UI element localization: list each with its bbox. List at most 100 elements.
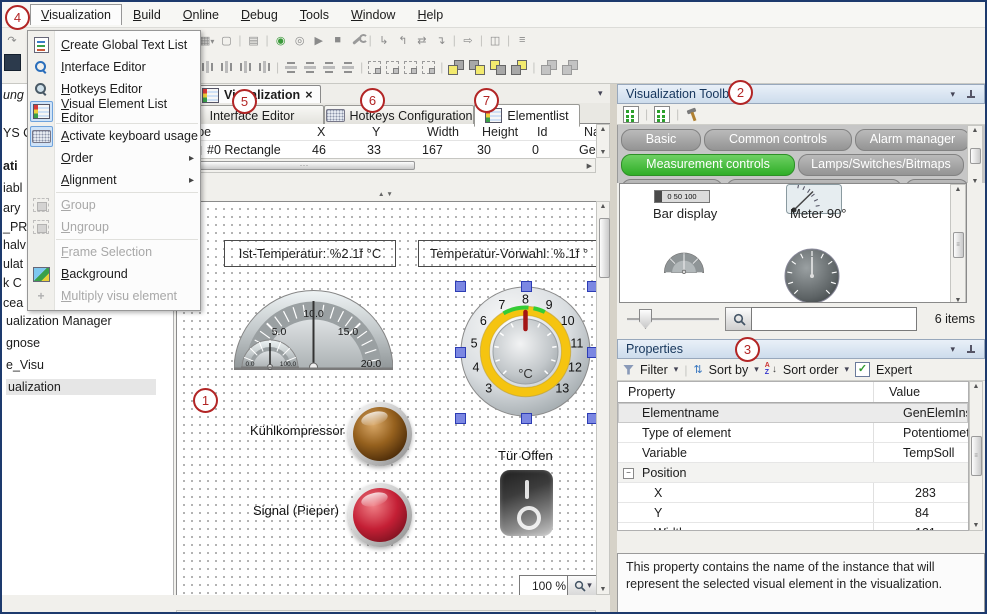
canvas-vertical-scrollbar[interactable]: ▲ ▼ xyxy=(596,201,610,595)
sort-by-button[interactable]: Sort by xyxy=(709,363,749,377)
stop-icon[interactable]: ■ xyxy=(331,34,345,46)
property-row-width[interactable]: Width131 xyxy=(618,523,968,531)
menu-window[interactable]: Window xyxy=(340,5,406,25)
property-row-type[interactable]: Type of elementPotentiometer xyxy=(618,423,968,443)
text-frame-ist-temperatur[interactable]: Ist-Temperatur: %2.1f °C xyxy=(224,240,396,267)
size-width-icon[interactable] xyxy=(368,61,381,74)
menu-item-visual-element-list-editor[interactable]: Visual Element List Editor xyxy=(28,100,200,122)
move-forward-icon[interactable] xyxy=(469,60,485,74)
menu-help[interactable]: Help xyxy=(406,5,454,25)
menu-item-alignment[interactable]: Alignment ▸ xyxy=(28,169,200,191)
device-icon[interactable] xyxy=(4,54,21,71)
panel-splitter[interactable] xyxy=(610,84,617,614)
redo-icon[interactable]: ↷ xyxy=(5,34,19,47)
close-icon[interactable]: × xyxy=(305,88,312,102)
property-row-elementname[interactable]: ElementnameGenElemInst_6 xyxy=(618,403,968,423)
table-horizontal-scrollbar[interactable]: ◀ ▶ xyxy=(178,158,596,173)
selection-handle[interactable] xyxy=(587,413,596,424)
zoom-button[interactable]: ▾ xyxy=(567,575,596,595)
zoom-level-field[interactable]: 100 % xyxy=(519,575,571,595)
tree-item-visualization[interactable]: ualization xyxy=(6,379,156,395)
table-vertical-scrollbar[interactable]: ▲▼ xyxy=(596,124,610,158)
group-toolbar-icon[interactable] xyxy=(541,60,557,74)
tree-item-visualization-manager[interactable]: ualization Manager xyxy=(6,314,112,328)
selection-handle[interactable] xyxy=(455,281,466,292)
toolbox-header[interactable]: Visualization Toolbox ▾ xyxy=(617,84,985,104)
frame-tool-icon[interactable]: ▤ xyxy=(247,34,261,47)
breakpoint-icon[interactable]: ◫ xyxy=(488,34,502,47)
text-frame-temperatur-vorwahl[interactable]: Temperatur-Vorwahl: %.1f ° xyxy=(418,240,596,267)
pin-icon[interactable] xyxy=(965,344,976,355)
run-icon[interactable]: ▶ xyxy=(312,34,326,47)
tree-item-diagnose[interactable]: gnose xyxy=(6,336,40,350)
menu-tools[interactable]: Tools xyxy=(289,5,340,25)
size-both-icon[interactable] xyxy=(404,61,417,74)
distribute-vertical-icon[interactable] xyxy=(285,60,297,74)
tab-list-dropdown-icon[interactable]: ▾ xyxy=(598,88,603,99)
col-y[interactable]: Y xyxy=(367,125,422,139)
wrench-icon[interactable] xyxy=(350,33,364,47)
menu-build[interactable]: Build xyxy=(122,5,172,25)
collapse-minus-icon[interactable]: − xyxy=(623,468,634,479)
properties-vertical-scrollbar[interactable]: ▲ ≡ ▼ xyxy=(969,381,983,531)
property-group-position[interactable]: − Position xyxy=(618,463,968,483)
lamp-signal[interactable] xyxy=(348,483,412,547)
collapse-icon[interactable]: ▾ xyxy=(950,89,955,100)
selection-handle[interactable] xyxy=(455,413,466,424)
step-return-icon[interactable]: ↴ xyxy=(434,34,448,47)
rocker-switch-tuer[interactable] xyxy=(500,470,553,536)
step-over-icon[interactable]: ↰ xyxy=(396,34,410,47)
meter-small-widget[interactable]: 0.0 100.0 xyxy=(241,333,299,370)
category-measurement-controls[interactable]: Measurement controls xyxy=(621,154,795,176)
list-icon[interactable]: ≡ xyxy=(515,34,529,46)
new-file-icon[interactable]: ▢ xyxy=(219,34,233,47)
properties-header[interactable]: Properties ▾ xyxy=(617,339,985,359)
search-input[interactable] xyxy=(751,307,917,331)
selection-handle[interactable] xyxy=(521,281,532,292)
tab-visualization[interactable]: Visualization × xyxy=(194,85,321,104)
continue-icon[interactable]: ⇨ xyxy=(461,34,475,47)
ungroup-toolbar-icon[interactable] xyxy=(562,60,578,74)
bar-display-icon[interactable]: 0 50 100 xyxy=(654,190,710,203)
table-row[interactable]: #0 Rectangle 46 33 167 30 0 GenEl xyxy=(179,141,596,159)
search-button[interactable] xyxy=(725,307,753,331)
step-out-icon[interactable]: ⇄ xyxy=(415,34,429,47)
distribute-horizontal-icon[interactable] xyxy=(200,61,214,73)
distribute-vertical-4-icon[interactable] xyxy=(342,60,354,74)
selection-handle[interactable] xyxy=(587,281,596,292)
send-to-back-icon[interactable] xyxy=(511,60,527,74)
toolbox-item-meter-90[interactable]: Meter 90° xyxy=(790,206,847,221)
menu-debug[interactable]: Debug xyxy=(230,5,289,25)
move-backward-icon[interactable] xyxy=(490,60,506,74)
category-common-controls[interactable]: Common controls xyxy=(704,129,852,151)
logout-icon[interactable]: ◎ xyxy=(293,34,307,47)
meter-round-icon[interactable] xyxy=(784,248,840,303)
property-row-x[interactable]: X283 xyxy=(618,483,968,503)
expert-checkbox[interactable]: ✓ xyxy=(855,362,870,377)
list-view-icon[interactable] xyxy=(654,106,670,123)
filter-button[interactable]: Filter xyxy=(640,363,668,377)
menu-item-order[interactable]: Order ▸ xyxy=(28,147,200,169)
col-property[interactable]: Property xyxy=(618,385,883,399)
tools-icon[interactable] xyxy=(685,107,701,122)
col-width[interactable]: Width xyxy=(422,125,477,139)
grid-view-icon[interactable] xyxy=(623,106,639,123)
col-height[interactable]: Height xyxy=(477,125,532,139)
category-lamps-switches-bitmaps[interactable]: Lamps/Switches/Bitmaps xyxy=(798,154,964,176)
step-into-icon[interactable]: ↳ xyxy=(377,34,391,47)
menu-item-group[interactable]: Group xyxy=(28,194,200,216)
menu-item-interface-editor[interactable]: Interface Editor xyxy=(28,56,200,78)
tree-item-visu[interactable]: e_Visu xyxy=(6,358,44,372)
collapse-icon[interactable]: ▾ xyxy=(950,344,955,355)
menu-item-frame-selection[interactable]: Frame Selection xyxy=(28,241,200,263)
meter-180-icon[interactable] xyxy=(658,248,710,274)
splitter-arrows-icon[interactable]: ▲▼ xyxy=(378,191,395,198)
expert-label[interactable]: Expert xyxy=(876,363,912,377)
canvas-horizontal-scrollbar[interactable]: ◀ ▶ xyxy=(176,610,596,614)
potentiometer-widget[interactable]: 3 4 5 6 7 8 9 10 11 12 13 xyxy=(460,286,591,417)
login-icon[interactable]: ◉ xyxy=(274,34,288,47)
categories-scrollbar[interactable]: ▲ ▼ xyxy=(967,125,983,183)
lamp-kuehlkompressor[interactable] xyxy=(348,402,412,466)
property-row-y[interactable]: Y84 xyxy=(618,503,968,523)
property-row-variable[interactable]: VariableTempSoll xyxy=(618,443,968,463)
